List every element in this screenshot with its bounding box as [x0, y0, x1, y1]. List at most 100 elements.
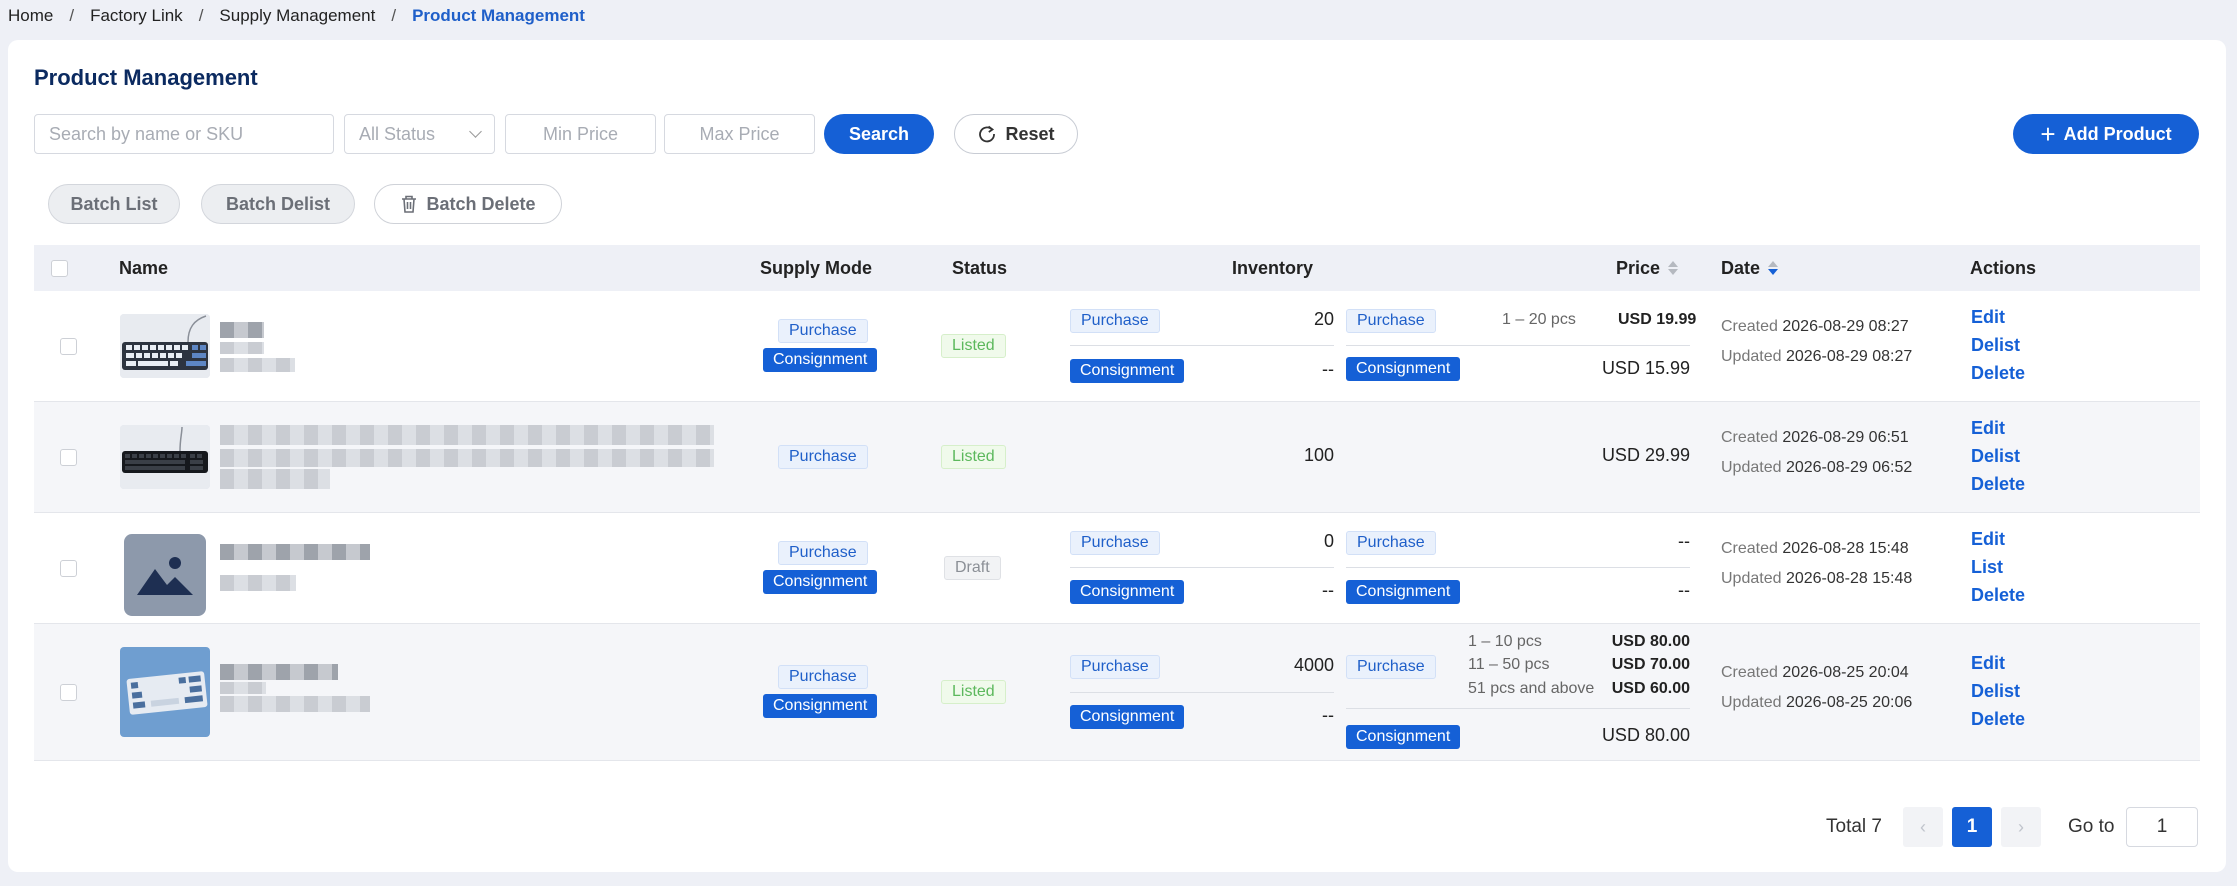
breadcrumb-supply-management[interactable]: Supply Management [219, 6, 375, 26]
row-checkbox[interactable] [60, 684, 77, 701]
product-thumbnail[interactable] [120, 314, 210, 378]
delist-link[interactable]: Delist [1971, 446, 2020, 467]
select-all-checkbox[interactable] [51, 259, 68, 277]
breadcrumb-separator: / [198, 6, 204, 25]
chevron-left-icon: ‹ [1920, 816, 1926, 837]
delist-link[interactable]: Delist [1971, 335, 2020, 356]
min-price-input[interactable]: Min Price [505, 114, 656, 154]
delete-link[interactable]: Delete [1971, 585, 2025, 606]
sort-icon [1668, 261, 1679, 275]
created-date: Created 2026-08-25 20:04 [1721, 664, 1909, 682]
updated-date: Updated 2026-08-29 06:52 [1721, 459, 1912, 477]
batch-list-button[interactable]: Batch List [48, 184, 180, 224]
updated-label: Updated [1721, 694, 1782, 711]
search-input[interactable]: Search by name or SKU [34, 114, 334, 154]
updated-label: Updated [1721, 348, 1782, 365]
inventory-purchase-value: 0 [1323, 531, 1334, 551]
product-name-redacted [220, 322, 264, 338]
row-checkbox[interactable] [60, 449, 77, 466]
edit-link[interactable]: Edit [1971, 418, 2005, 439]
inventory-purchase-tag: Purchase [1070, 655, 1160, 679]
supply-mode-consignment-tag: Consignment [763, 694, 878, 718]
breadcrumb-current: Product Management [412, 6, 585, 25]
table-row: Purchase Listed 100 USD 29.99 Created 20… [34, 402, 2200, 513]
edit-link[interactable]: Edit [1971, 653, 2005, 674]
main-card: Product Management Search by name or SKU… [8, 40, 2226, 872]
min-price-placeholder: Min Price [542, 123, 618, 144]
prev-page-button[interactable]: ‹ [1903, 807, 1943, 847]
plus-icon: + [2040, 119, 2056, 149]
inventory-purchase-tag: Purchase [1070, 531, 1160, 555]
supply-mode-purchase-tag: Purchase [778, 665, 868, 689]
row-checkbox[interactable] [60, 560, 77, 577]
batch-delist-button[interactable]: Batch Delist [201, 184, 355, 224]
column-name: Name [119, 257, 169, 278]
table-row: Purchase Consignment Listed Purchase 400… [34, 624, 2200, 761]
row-checkbox[interactable] [60, 338, 77, 355]
column-actions: Actions [1970, 257, 2037, 278]
created-label: Created [1721, 540, 1778, 557]
goto-label: Go to [2068, 816, 2115, 837]
price-tier-range: 1 – 20 pcs [1502, 311, 1576, 328]
product-meta-redacted [220, 696, 370, 712]
keyboard-image [120, 425, 210, 489]
product-name-redacted [220, 425, 714, 445]
column-inventory: Inventory [1232, 257, 1314, 278]
pagination-total: Total 7 [1826, 816, 1882, 837]
page-1-button[interactable]: 1 [1952, 807, 1992, 847]
delete-link[interactable]: Delete [1971, 709, 2025, 730]
inventory-consignment-tag: Consignment [1070, 705, 1185, 729]
image-placeholder[interactable] [124, 534, 206, 616]
price-tier-range: 11 – 50 pcs [1468, 656, 1550, 673]
supply-mode-consignment-tag: Consignment [763, 570, 878, 594]
keyboard-image [120, 314, 210, 378]
updated-value: 2026-08-29 08:27 [1785, 348, 1913, 365]
price-consignment-tag: Consignment [1346, 725, 1461, 749]
inventory-consignment-tag: Consignment [1070, 359, 1185, 383]
page-title: Product Management [34, 65, 258, 90]
status-select[interactable]: All Status [344, 114, 495, 154]
inventory-value: 100 [1303, 445, 1334, 465]
price-consignment-tag: Consignment [1346, 357, 1461, 381]
sort-icon [1768, 261, 1779, 275]
breadcrumb-factory-link[interactable]: Factory Link [90, 6, 183, 26]
price-tier-value: USD 60.00 [1611, 680, 1690, 697]
column-price[interactable]: Price [1616, 245, 1679, 291]
product-thumbnail[interactable] [120, 425, 210, 489]
batch-delete-button[interactable]: Batch Delete [374, 184, 562, 224]
delete-link[interactable]: Delete [1971, 474, 2025, 495]
edit-link[interactable]: Edit [1971, 529, 2005, 550]
price-purchase-tag: Purchase [1346, 531, 1436, 555]
price-purchase-tag: Purchase [1346, 655, 1436, 679]
search-button-label: Search [848, 123, 910, 144]
created-label: Created [1721, 318, 1778, 335]
updated-date: Updated 2026-08-29 08:27 [1721, 348, 1912, 366]
inventory-purchase-tag: Purchase [1070, 309, 1160, 333]
search-placeholder: Search by name or SKU [49, 123, 244, 144]
search-button[interactable]: Search [824, 114, 934, 154]
next-page-button[interactable]: › [2001, 807, 2041, 847]
breadcrumb-home[interactable]: Home [8, 6, 53, 26]
delete-link[interactable]: Delete [1971, 363, 2025, 384]
product-meta-redacted [220, 358, 295, 372]
updated-value: 2026-08-28 15:48 [1785, 570, 1913, 587]
product-sku-redacted [220, 469, 330, 489]
table-row: Purchase Consignment Draft Purchase 0 Co… [34, 513, 2200, 624]
column-date[interactable]: Date [1721, 245, 1779, 291]
created-value: 2026-08-25 20:04 [1782, 664, 1909, 681]
inventory-consignment-value: -- [1322, 359, 1334, 379]
breadcrumb-separator: / [391, 6, 397, 25]
delist-link[interactable]: Delist [1971, 681, 2020, 702]
reset-button[interactable]: Reset [954, 114, 1078, 154]
supply-mode-purchase-tag: Purchase [778, 319, 868, 343]
price-tier-value: USD 70.00 [1611, 656, 1690, 673]
goto-page-input[interactable]: 1 [2126, 807, 2198, 847]
max-price-input[interactable]: Max Price [664, 114, 815, 154]
created-date: Created 2026-08-29 08:27 [1721, 318, 1909, 336]
price-purchase-tag: Purchase [1346, 309, 1436, 333]
add-product-button[interactable]: + Add Product [2013, 114, 2199, 154]
edit-link[interactable]: Edit [1971, 307, 2005, 328]
max-price-placeholder: Max Price [699, 123, 780, 144]
list-link[interactable]: List [1971, 557, 2003, 578]
product-thumbnail[interactable] [120, 647, 210, 737]
